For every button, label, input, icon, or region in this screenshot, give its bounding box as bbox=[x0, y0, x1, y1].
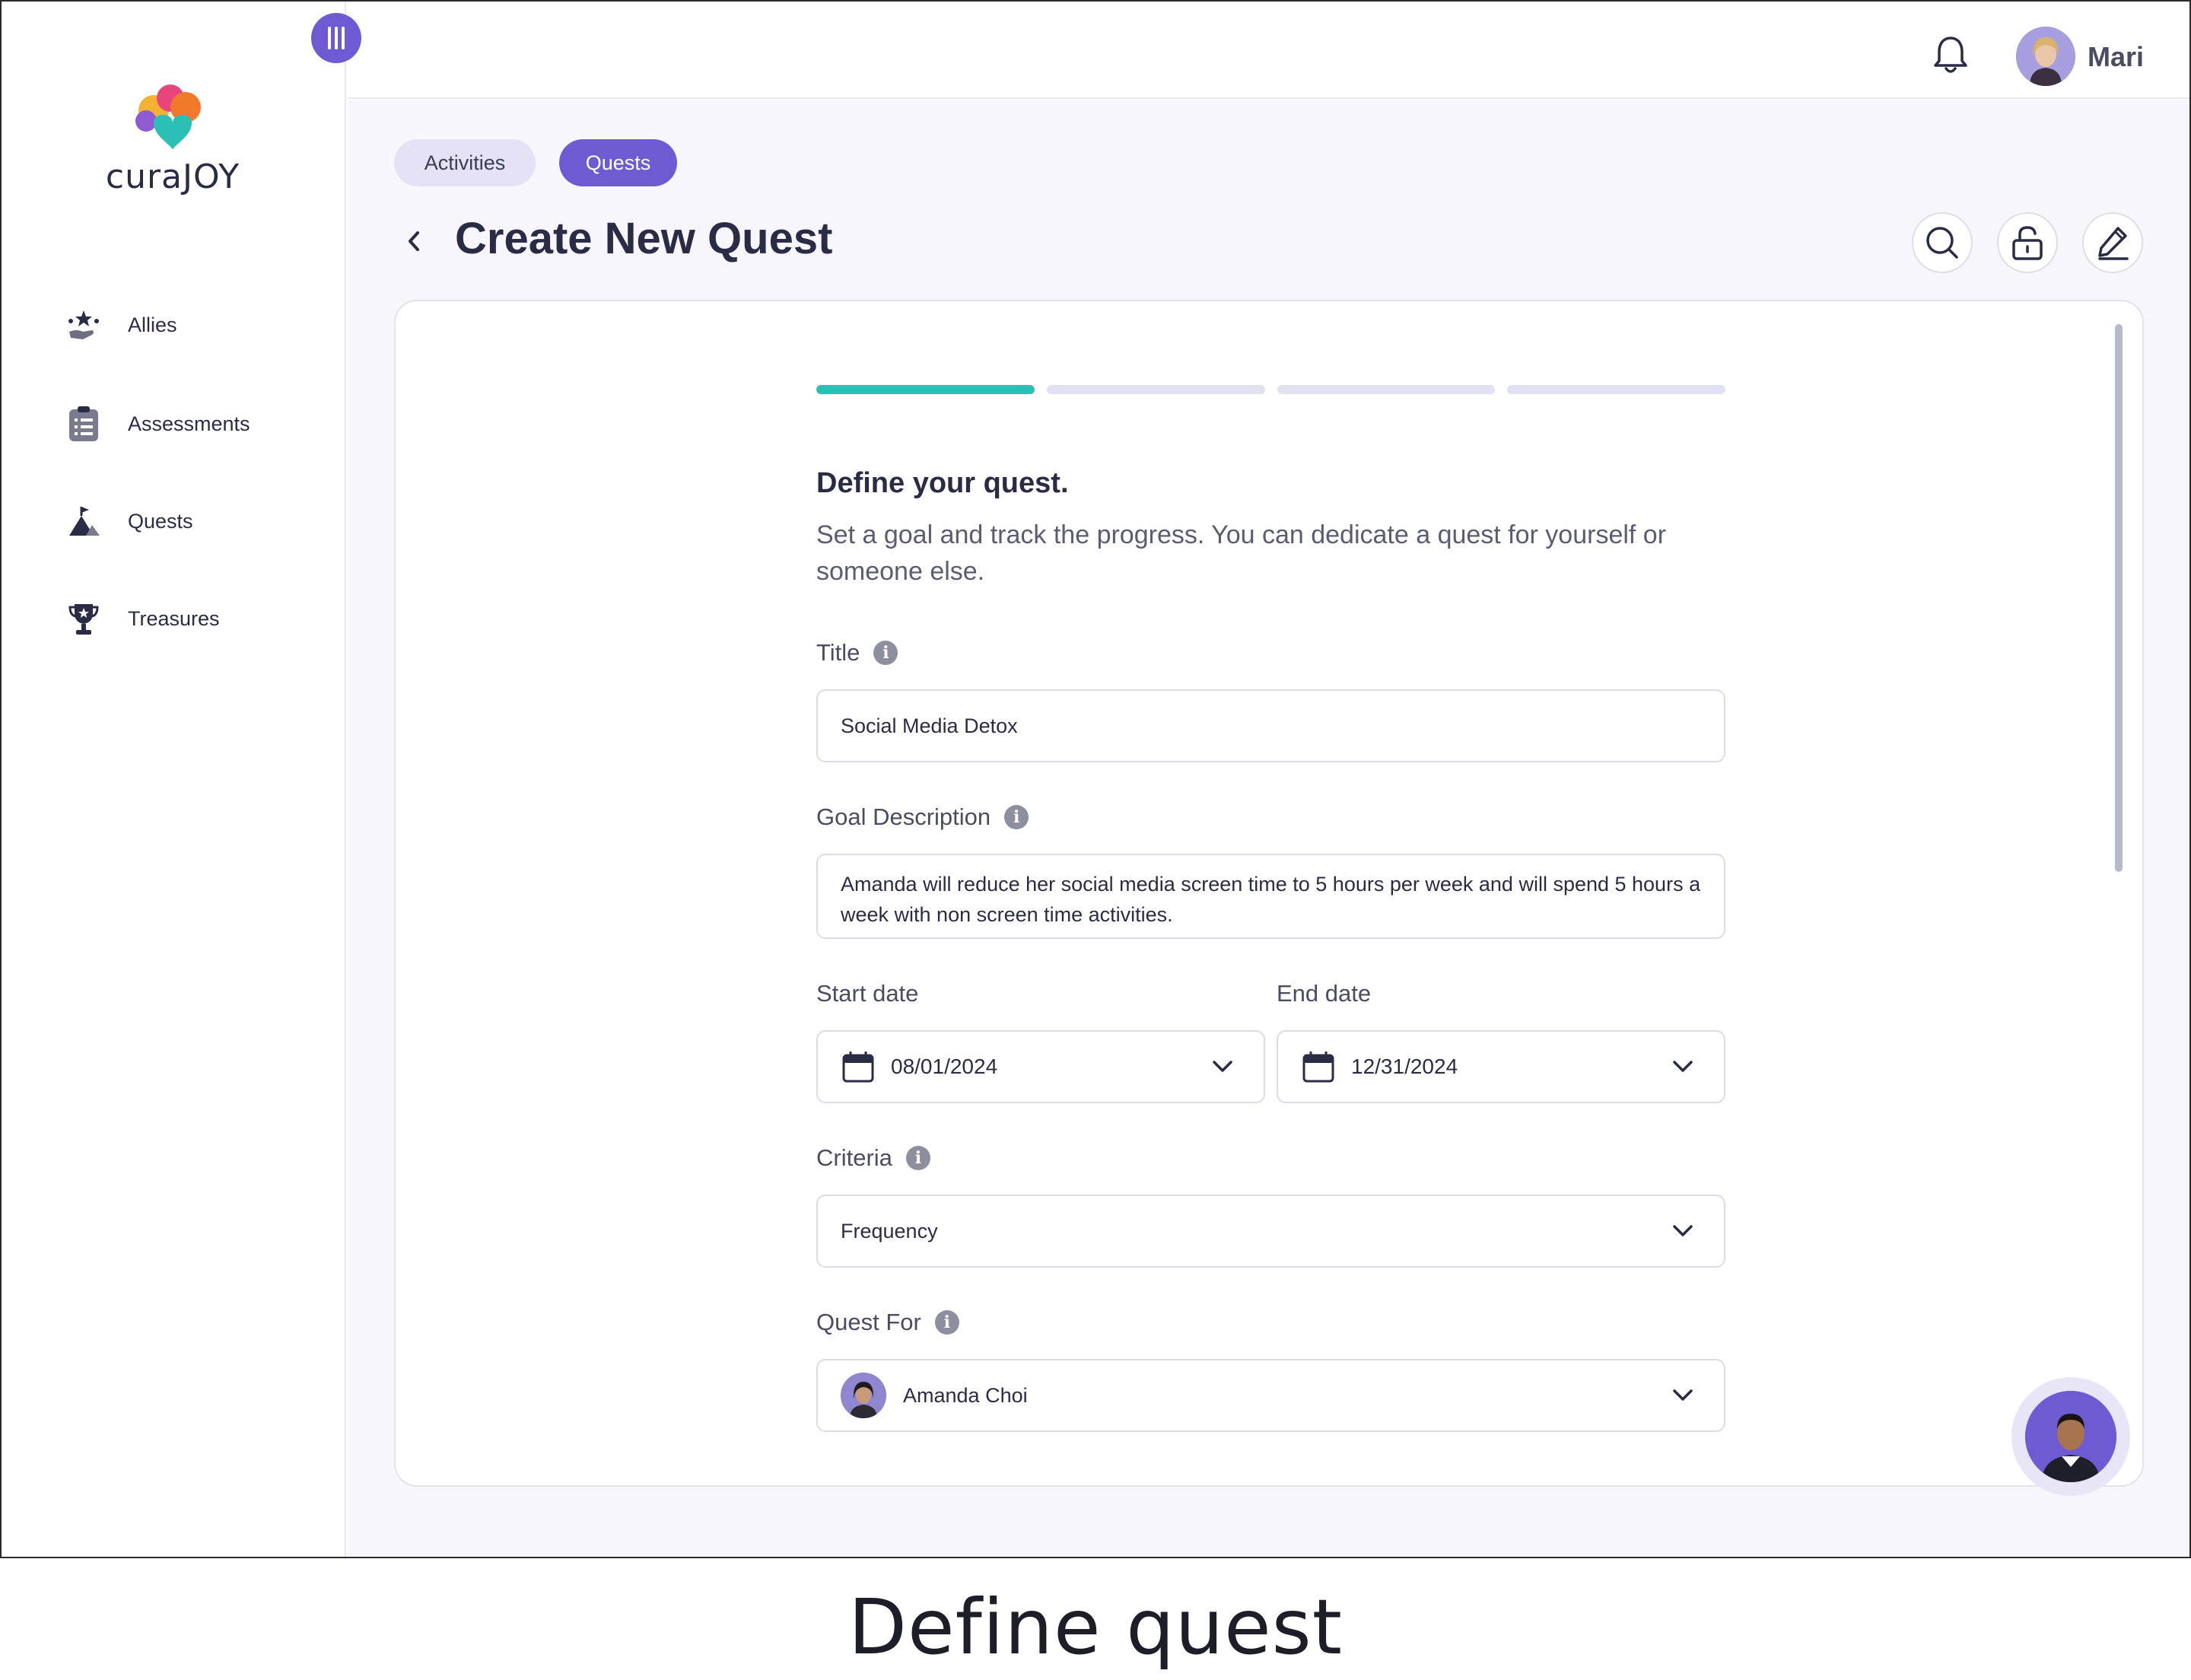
sidebar: curaJOY Allies Assessments Quests Treasu… bbox=[2, 2, 346, 1557]
search-icon bbox=[1926, 227, 1958, 259]
criteria-label: Criteria i bbox=[816, 1144, 930, 1172]
quest-form: Define your quest. Set a goal and track … bbox=[816, 467, 1725, 1432]
criteria-value: Frequency bbox=[841, 1219, 938, 1242]
chevron-down-icon bbox=[1673, 1389, 1693, 1401]
quest-form-card: Define your quest. Set a goal and track … bbox=[394, 300, 2144, 1487]
end-date-picker[interactable]: 12/31/2024 bbox=[1277, 1030, 1725, 1103]
end-date-label-text: End date bbox=[1277, 980, 1372, 1007]
logo-mark-icon bbox=[135, 84, 201, 150]
page-title: Create New Quest bbox=[455, 214, 833, 263]
info-icon[interactable]: i bbox=[905, 1146, 930, 1170]
edit-button[interactable] bbox=[2082, 212, 2143, 273]
calendar-icon bbox=[842, 1052, 874, 1083]
info-icon[interactable]: i bbox=[1004, 805, 1029, 829]
end-date-value: 12/31/2024 bbox=[1351, 1055, 1458, 1078]
goal-description-value: Amanda will reduce her social media scre… bbox=[841, 873, 1701, 926]
sidebar-item-treasures[interactable]: Treasures bbox=[62, 596, 220, 641]
clipboard-icon bbox=[62, 402, 105, 445]
assistant-avatar-button[interactable] bbox=[2011, 1377, 2130, 1496]
card-scrollbar[interactable] bbox=[2115, 324, 2123, 872]
title-input[interactable]: Social Media Detox bbox=[816, 689, 1725, 762]
user-avatar[interactable] bbox=[2016, 27, 2075, 86]
step-progress bbox=[816, 385, 1725, 394]
progress-step-2 bbox=[1046, 385, 1265, 394]
title-label-text: Title bbox=[816, 639, 860, 666]
start-date-picker[interactable]: 08/01/2024 bbox=[816, 1030, 1265, 1103]
info-icon[interactable]: i bbox=[934, 1310, 959, 1335]
progress-step-1 bbox=[816, 385, 1035, 394]
start-date-label-text: Start date bbox=[816, 980, 919, 1007]
figure-caption: Define quest bbox=[848, 1583, 1343, 1672]
goal-description-label: Goal Description i bbox=[816, 803, 1029, 831]
unlock-icon bbox=[2012, 226, 2043, 260]
sidebar-item-quests[interactable]: Quests bbox=[62, 498, 193, 544]
curajoy-logo[interactable]: curaJOY bbox=[100, 81, 245, 199]
end-date-label: End date bbox=[1277, 980, 1371, 1007]
back-chevron-icon[interactable] bbox=[399, 222, 430, 260]
section-subtitle: Set a goal and track the progress. You c… bbox=[816, 520, 1667, 586]
title-label: Title i bbox=[816, 639, 898, 667]
app-window: curaJOY Allies Assessments Quests Treasu… bbox=[0, 0, 2191, 1558]
quest-for-label-text: Quest For bbox=[816, 1309, 921, 1335]
sidebar-item-allies[interactable]: Allies bbox=[62, 302, 177, 348]
start-date-label: Start date bbox=[816, 980, 918, 1007]
sidebar-item-assessments[interactable]: Assessments bbox=[62, 401, 250, 447]
chevron-down-icon bbox=[1673, 1225, 1693, 1236]
sidebar-item-label: Treasures bbox=[128, 606, 220, 630]
chevron-down-icon bbox=[1213, 1061, 1232, 1072]
quest-for-label: Quest For i bbox=[816, 1309, 959, 1336]
section-title: Define your quest. bbox=[816, 467, 1069, 499]
sidebar-item-label: Allies bbox=[128, 313, 177, 336]
chevron-down-icon bbox=[1673, 1061, 1693, 1072]
tab-quests[interactable]: Quests bbox=[559, 139, 677, 186]
tab-activities[interactable]: Activities bbox=[394, 139, 536, 186]
title-value: Social Media Detox bbox=[841, 714, 1018, 737]
main-content: Activities Quests Create New Quest Defin… bbox=[348, 100, 2189, 1557]
sidebar-collapse-button[interactable] bbox=[311, 13, 361, 63]
amanda-avatar bbox=[841, 1373, 886, 1418]
quest-for-select[interactable]: Amanda Choi bbox=[816, 1359, 1725, 1432]
info-icon[interactable]: i bbox=[873, 641, 898, 665]
criteria-label-text: Criteria bbox=[816, 1144, 892, 1171]
user-name[interactable]: Mari bbox=[2088, 41, 2144, 73]
assistant-avatar bbox=[2025, 1391, 2116, 1482]
trophy-icon bbox=[62, 597, 105, 640]
bell-icon[interactable] bbox=[1932, 33, 1969, 76]
quest-for-value: Amanda Choi bbox=[903, 1383, 1028, 1407]
search-button[interactable] bbox=[1912, 212, 1973, 273]
goal-description-textarea[interactable]: Amanda will reduce her social media scre… bbox=[816, 854, 1725, 939]
allies-icon bbox=[62, 304, 105, 346]
pencil-icon bbox=[2098, 227, 2129, 260]
progress-step-3 bbox=[1277, 385, 1496, 394]
unlock-button[interactable] bbox=[1997, 212, 2058, 273]
criteria-select[interactable]: Frequency bbox=[816, 1195, 1725, 1268]
top-bar: Mari bbox=[348, 2, 2189, 99]
sidebar-item-label: Assessments bbox=[128, 412, 250, 435]
mountain-flag-icon bbox=[62, 500, 105, 542]
sidebar-item-label: Quests bbox=[128, 509, 193, 533]
progress-step-4 bbox=[1507, 385, 1725, 394]
goal-description-label-text: Goal Description bbox=[816, 803, 991, 830]
logo-text: curaJOY bbox=[105, 158, 240, 196]
calendar-icon bbox=[1302, 1052, 1334, 1083]
start-date-value: 08/01/2024 bbox=[891, 1055, 998, 1078]
